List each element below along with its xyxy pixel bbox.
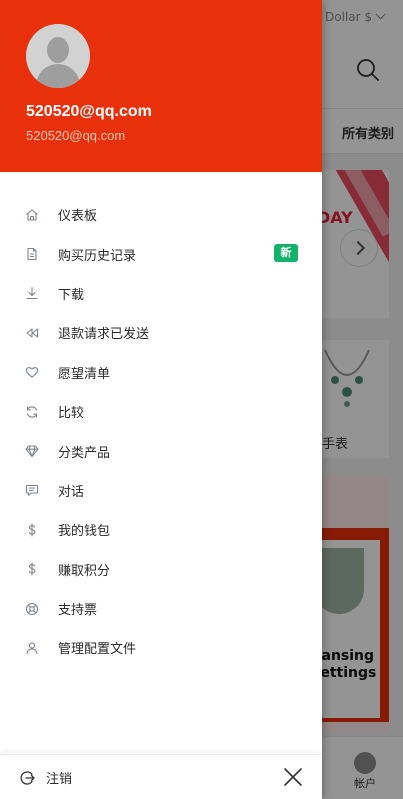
diamond-icon [24,443,40,459]
avatar-head [47,37,69,63]
menu-item-dashboard[interactable]: 仪表板 [0,195,322,234]
menu-item-downloads[interactable]: 下载 [0,274,322,313]
drawer-menu: 仪表板 购买历史记录 新 下载 退款请求已发送 愿望清单 比较 分类产品 对话 … [0,195,322,668]
avatar[interactable] [26,24,90,88]
menu-label: 对话 [58,484,85,500]
user-icon [24,640,40,656]
menu-label: 愿望清单 [58,366,111,382]
menu-label: 退款请求已发送 [58,327,150,343]
drawer-footer: 注销 [0,754,322,799]
menu-label: 管理配置文件 [58,642,137,658]
menu-item-compare[interactable]: 比较 [0,392,322,431]
menu-item-purchase-history[interactable]: 购买历史记录 新 [0,234,322,273]
menu-label: 支持票 [58,603,98,619]
menu-item-conversations[interactable]: 对话 [0,471,322,510]
document-icon [24,246,40,262]
menu-item-wallet[interactable]: 我的钱包 [0,510,322,549]
new-badge: 新 [274,244,298,263]
heart-icon [24,364,40,380]
download-icon [24,285,40,301]
menu-label: 下载 [58,287,85,303]
menu-label: 仪表板 [58,209,98,225]
dollar-icon [24,522,40,538]
menu-label: 购买历史记录 [58,248,137,264]
menu-label: 赚取积分 [58,563,111,579]
side-drawer: 520520@qq.com 520520@qq.com 仪表板 购买历史记录 新 [0,0,322,799]
dollar-icon [24,561,40,577]
user-email: 520520@qq.com [26,128,126,143]
rewind-icon [24,325,40,341]
drawer-header: 520520@qq.com 520520@qq.com [0,0,322,172]
user-name: 520520@qq.com [26,103,152,120]
refresh-icon [24,404,40,420]
chat-icon [24,482,40,498]
menu-item-wishlist[interactable]: 愿望清单 [0,353,322,392]
menu-item-support-ticket[interactable]: 支持票 [0,589,322,628]
close-icon[interactable] [282,766,304,788]
menu-label: 我的钱包 [58,524,111,540]
logout-label: 注销 [46,772,73,787]
menu-item-classified-products[interactable]: 分类产品 [0,431,322,470]
menu-label: 比较 [58,406,85,422]
avatar-body [36,64,80,88]
logout-icon [20,770,36,786]
menu-item-manage-profile[interactable]: 管理配置文件 [0,628,322,667]
menu-item-earn-points[interactable]: 赚取积分 [0,550,322,589]
app-page: Dollar $ 所有类别 DAY 手表 eansing settings 帐户 [0,0,403,799]
home-icon [24,207,40,223]
support-icon [24,601,40,617]
logout-button[interactable]: 注销 [20,768,72,787]
menu-item-refund-requests[interactable]: 退款请求已发送 [0,313,322,352]
menu-label: 分类产品 [58,445,111,461]
